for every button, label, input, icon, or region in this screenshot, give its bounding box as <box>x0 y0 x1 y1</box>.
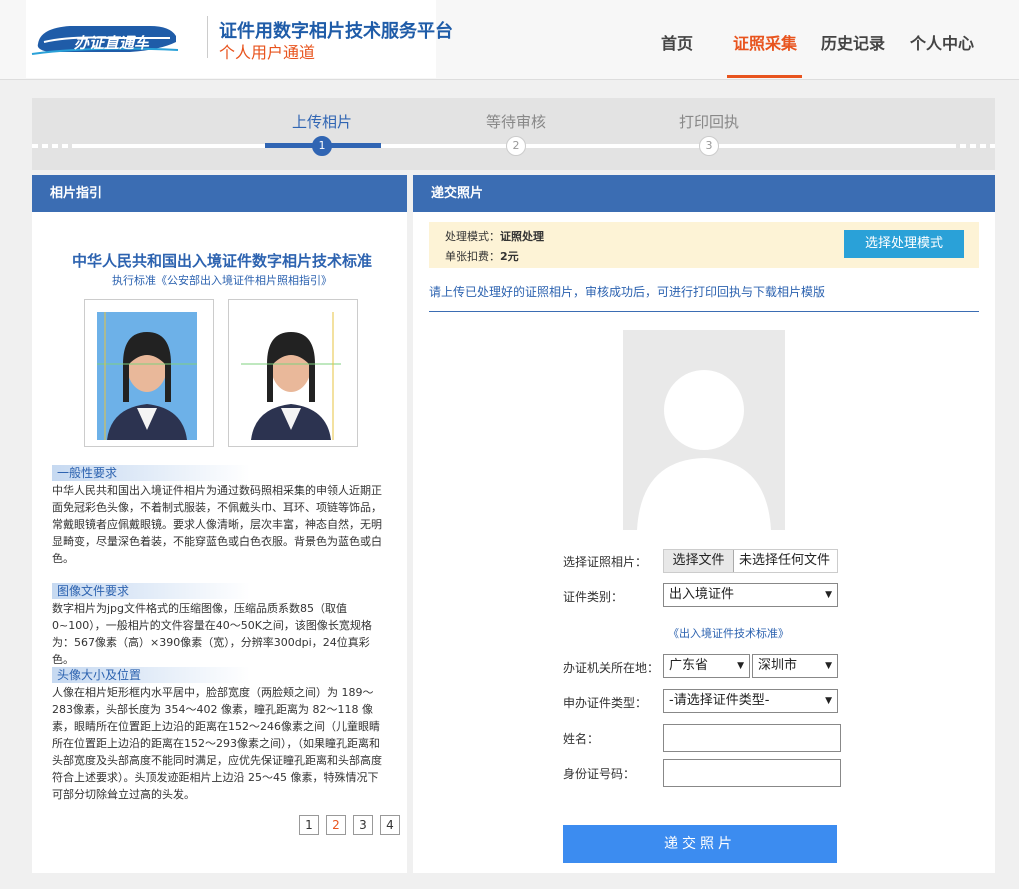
name-input[interactable] <box>663 724 841 752</box>
section-size-body: 人像在相片矩形框内水平居中，脸部宽度（两脸颊之间）为 189～283像素，头部长… <box>52 686 382 801</box>
section-file-body: 数字相片为jpg文件格式的压缩图像，压缩品质系数85（取值0~100），一般相片… <box>52 602 372 666</box>
nav-photo-capture[interactable]: 证照采集 <box>733 30 797 54</box>
doc-type-select[interactable]: 出入境证件 ▼ <box>663 583 838 607</box>
photo-guide-header: 相片指引 <box>32 175 407 212</box>
step-1-dot: 1 <box>312 136 332 156</box>
site-subtitle: 个人用户通道 <box>219 43 316 62</box>
file-status: 未选择任何文件 <box>739 553 831 568</box>
page-1-button[interactable]: 1 <box>299 815 319 835</box>
location-label: 办证机关所在地： <box>563 661 660 675</box>
steps-track-dashes-left <box>32 144 77 148</box>
upload-hint: 请上传已处理好的证照相片，审核成功后，可进行打印回执与下载相片模版 <box>429 285 826 299</box>
dropdown-arrow-icon: ▼ <box>825 696 832 706</box>
guide-title: 中华人民共和国出入境证件数字相片技术标准 <box>71 252 372 270</box>
photo-file-input[interactable]: 选择文件 未选择任何文件 <box>663 549 838 573</box>
nav-home[interactable]: 首页 <box>661 30 693 54</box>
dropdown-arrow-icon: ▼ <box>737 661 744 671</box>
dropdown-arrow-icon: ▼ <box>825 661 832 671</box>
apply-type-label: 申办证件类型： <box>563 696 648 710</box>
mode-label: 处理模式： <box>445 230 500 243</box>
photo-select-label: 选择证照相片： <box>563 555 648 569</box>
progress-steps: 上传相片 等待审核 打印回执 1 2 3 <box>32 98 995 170</box>
apply-type-value: -请选择证件类型- <box>669 693 770 708</box>
dropdown-arrow-icon: ▼ <box>825 590 832 600</box>
logo[interactable]: 办证直通车 <box>30 16 180 60</box>
sample-photo-white <box>228 299 358 447</box>
brand: 办证直通车 证件用数字相片技术服务平台 个人用户通道 <box>26 0 453 78</box>
id-number-label: 身份证号码： <box>563 767 636 781</box>
photo-placeholder <box>623 330 785 530</box>
choose-file-button[interactable]: 选择文件 <box>664 550 734 572</box>
step-review-label: 等待审核 <box>486 113 547 131</box>
step-upload-label: 上传相片 <box>292 113 353 131</box>
mode-value: 证照处理 <box>500 230 544 243</box>
fee-value: 2元 <box>500 250 519 263</box>
fee-label: 单张扣费： <box>445 250 500 263</box>
province-value: 广东省 <box>669 658 709 673</box>
name-label: 姓名： <box>563 732 600 746</box>
nav-profile[interactable]: 个人中心 <box>910 30 974 54</box>
svg-text:办证直通车: 办证直通车 <box>74 34 151 52</box>
nav-history[interactable]: 历史记录 <box>821 30 885 54</box>
section-general-heading: 一般性要求 <box>52 465 250 481</box>
steps-track-dashes-right <box>950 144 995 148</box>
sample-photo-blue <box>84 299 214 447</box>
section-general-body: 中华人民共和国出入境证件相片为通过数码照相采集的申领人近期正面免冠彩色头像，不着… <box>52 484 382 565</box>
sample-portrait-blue-image <box>97 312 197 440</box>
submit-photo-panel: 递交照片 处理模式：证照处理 单张扣费：2元 选择处理模式 请上传已处理好的证照… <box>413 175 995 873</box>
section-size-heading: 头像大小及位置 <box>52 667 250 683</box>
city-value: 深圳市 <box>758 658 798 673</box>
processing-mode-box: 处理模式：证照处理 单张扣费：2元 选择处理模式 <box>429 222 979 268</box>
apply-type-select[interactable]: -请选择证件类型- ▼ <box>663 689 838 713</box>
top-bar: 办证直通车 证件用数字相片技术服务平台 个人用户通道 首页 证照采集 历史记录 … <box>0 0 1019 80</box>
guide-subtitle: 执行标准《公安部出入境证件相片照相指引》 <box>112 274 332 287</box>
sample-portrait-white-image <box>241 312 341 440</box>
step-2-dot: 2 <box>506 136 526 156</box>
page-4-button[interactable]: 4 <box>380 815 400 835</box>
doc-type-label: 证件类别： <box>563 590 624 604</box>
photo-guide-panel: 相片指引 中华人民共和国出入境证件数字相片技术标准 执行标准《公安部出入境证件相… <box>32 175 407 873</box>
id-number-input[interactable] <box>663 759 841 787</box>
page-3-button[interactable]: 3 <box>353 815 373 835</box>
standard-link[interactable]: 《出入境证件技术标准》 <box>668 625 789 641</box>
mode-line: 处理模式：证照处理 <box>445 228 544 244</box>
submit-photo-header: 递交照片 <box>413 175 995 212</box>
hint-divider <box>429 311 979 312</box>
step-3-dot: 3 <box>699 136 719 156</box>
province-select[interactable]: 广东省 ▼ <box>663 654 750 678</box>
avatar-placeholder-icon <box>623 330 785 530</box>
step-print-label: 打印回执 <box>679 113 740 131</box>
doc-type-value: 出入境证件 <box>669 587 735 602</box>
section-file-heading: 图像文件要求 <box>52 583 250 599</box>
city-select[interactable]: 深圳市 ▼ <box>752 654 838 678</box>
nav-active-indicator <box>727 75 802 78</box>
page-2-button[interactable]: 2 <box>326 815 346 835</box>
submit-photo-button[interactable]: 递交照片 <box>563 825 837 863</box>
select-mode-button[interactable]: 选择处理模式 <box>844 230 964 258</box>
fee-line: 单张扣费：2元 <box>445 248 519 264</box>
logo-divider <box>207 16 208 58</box>
